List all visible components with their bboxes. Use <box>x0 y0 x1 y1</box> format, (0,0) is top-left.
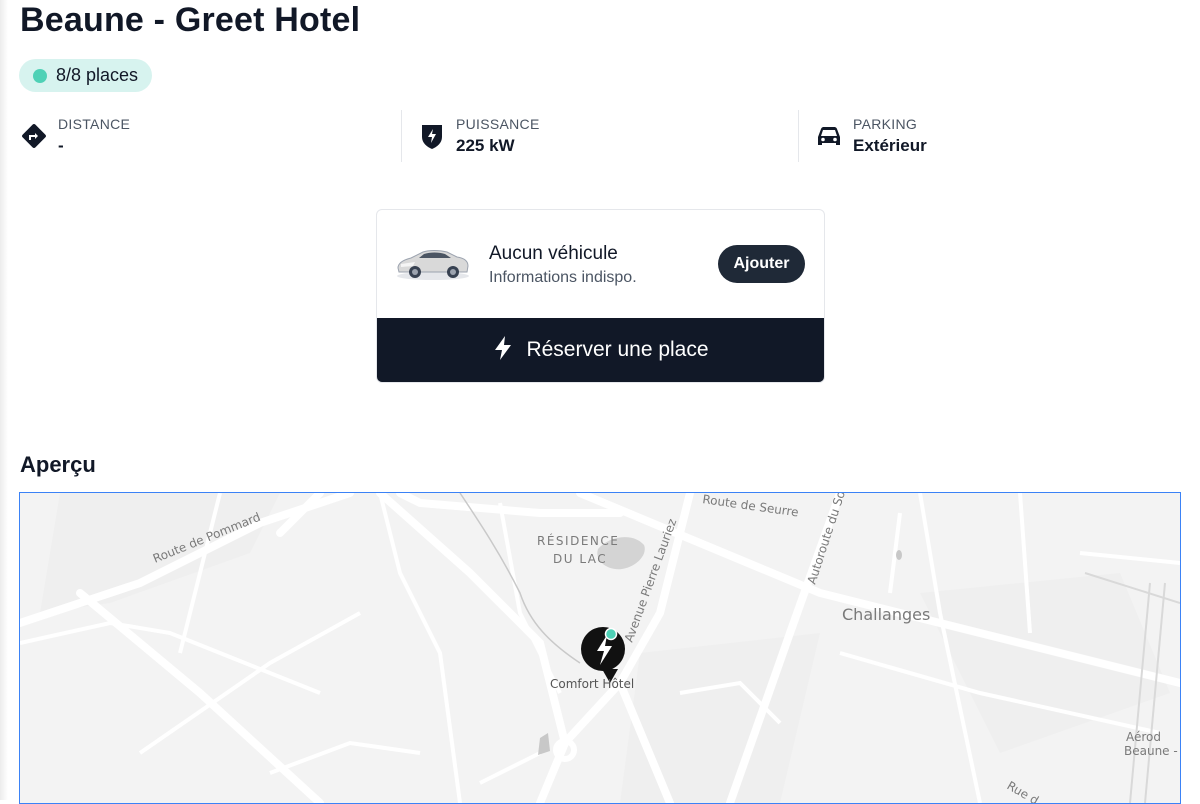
overview-title: Aperçu <box>20 452 96 477</box>
car-image <box>397 250 469 280</box>
map-label-beaune: Beaune - <box>1124 744 1178 758</box>
vehicle-title: Aucun véhicule <box>489 243 618 264</box>
reserve-label: Réserver une place <box>526 338 709 361</box>
map-canvas: Route de Pommard Route de Seurre RÉSIDEN… <box>20 493 1180 803</box>
power-value: 225 kW <box>456 136 515 155</box>
parking-label: PARKING <box>853 116 918 132</box>
parking-value: Extérieur <box>853 136 927 155</box>
page-edge-shadow <box>0 0 8 800</box>
bolt-shield-icon <box>418 122 446 150</box>
map[interactable]: Route de Pommard Route de Seurre RÉSIDEN… <box>19 492 1181 804</box>
vehicle-row: Aucun véhicule Informations indispo. Ajo… <box>377 210 824 318</box>
direction-icon <box>20 122 48 150</box>
info-row: DISTANCE - PUISSANCE 225 kW PARKING Exté… <box>20 110 1200 162</box>
map-label-marker: Comfort Hôtel <box>550 677 634 691</box>
availability-dot-icon <box>33 68 47 83</box>
map-label-residence-line2: DU LAC <box>553 552 607 566</box>
availability-badge: 8/8 places <box>19 59 153 92</box>
car-icon <box>815 122 843 150</box>
bolt-icon <box>492 335 514 366</box>
info-parking: PARKING Extérieur <box>798 110 1195 162</box>
distance-label: DISTANCE <box>58 116 131 132</box>
add-vehicle-button[interactable]: Ajouter <box>718 245 805 283</box>
power-label: PUISSANCE <box>456 116 540 132</box>
info-power: PUISSANCE 225 kW <box>401 110 814 162</box>
map-label-challanges: Challanges <box>842 605 930 624</box>
page-title: Beaune - Greet Hotel <box>20 1 361 39</box>
info-distance: DISTANCE - <box>20 110 401 162</box>
vehicle-subtitle: Informations indispo. <box>489 269 637 286</box>
map-label-residence-line1: RÉSIDENCE <box>537 533 619 548</box>
vehicle-card: Aucun véhicule Informations indispo. Ajo… <box>376 209 825 383</box>
reserve-button[interactable]: Réserver une place <box>377 318 824 382</box>
map-label-aerodrome: Aérod <box>1126 730 1161 744</box>
distance-value: - <box>58 136 64 155</box>
availability-text: 8/8 places <box>56 65 139 85</box>
